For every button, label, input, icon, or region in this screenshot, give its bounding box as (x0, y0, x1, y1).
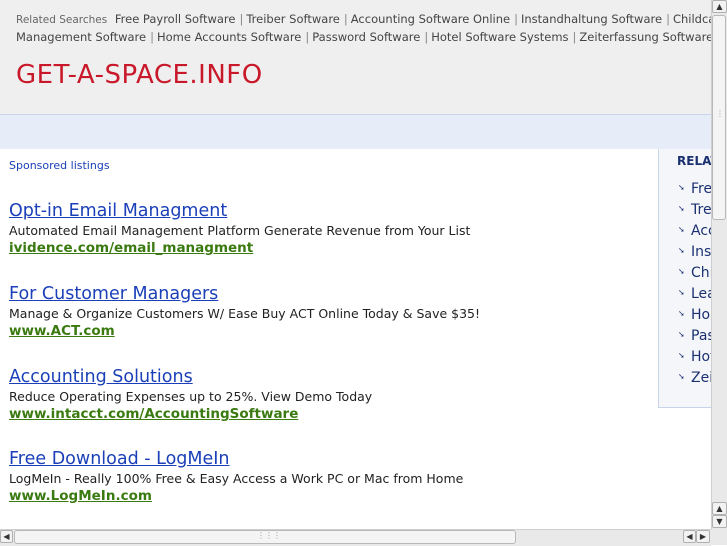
related-link[interactable]: Instandhaltung Software (521, 12, 662, 26)
ad-title-link[interactable]: Opt-in Email Managment (9, 200, 470, 222)
related-link[interactable]: Treiber Software (246, 12, 340, 26)
related-panel: RELAT ➘ Fre ➘ Tre ➘ Acc ➘ Inst ➘ Chi ➘ Lea ➘ Ho… (658, 149, 711, 408)
ad-url-link[interactable]: www.LogMeIn.com (9, 487, 463, 505)
ad-url-link[interactable]: www.ACT.com (9, 322, 480, 340)
page-header: Related Searches Free Payroll Software | T… (0, 0, 711, 114)
related-panel-item[interactable]: ➘ Tre (678, 202, 711, 223)
related-searches-label: Related Searches (16, 14, 108, 26)
separator: | (514, 12, 518, 26)
scrollbar-corner (711, 529, 727, 545)
arrow-bullet-icon: ➘ (678, 267, 685, 276)
grip-icon: ⋮⋮ (716, 109, 727, 118)
browser-viewport: Related Searches Free Payroll Software | T… (0, 0, 711, 529)
arrow-bullet-icon: ➘ (678, 225, 685, 234)
related-panel-item-label[interactable]: Fre (691, 181, 711, 197)
related-panel-item[interactable]: ➘ Inst (678, 244, 711, 265)
vertical-scroll-thumb[interactable]: ⋮⋮ (712, 15, 727, 220)
related-panel-item-label[interactable]: Hot (691, 349, 711, 365)
sponsored-label[interactable]: Sponsored listings (9, 159, 110, 172)
header-bar (0, 114, 711, 149)
ad-url-link[interactable]: www.intacct.com/AccountingSoftware (9, 405, 372, 423)
related-panel-item-label[interactable]: Hon (691, 307, 711, 323)
related-panel-item-label[interactable]: Lea (691, 286, 711, 302)
related-link[interactable]: Password Software (312, 30, 420, 44)
related-panel-item-label[interactable]: Pas (691, 328, 711, 344)
ad-title-link[interactable]: For Customer Managers (9, 283, 480, 305)
scroll-left-button[interactable]: ◀ (0, 530, 13, 543)
horizontal-scroll-thumb[interactable]: ⋮⋮⋮ (14, 530, 516, 544)
related-panel-item[interactable]: ➘ Pas (678, 328, 711, 349)
related-panel-item[interactable]: ➘ Zei (678, 370, 711, 391)
arrow-bullet-icon: ➘ (678, 288, 685, 297)
scroll-up-button-lower[interactable]: ▲ (712, 502, 727, 515)
related-panel-item[interactable]: ➘ Hon (678, 307, 711, 328)
related-panel-item-label[interactable]: Tre (691, 202, 711, 218)
ad-title-link[interactable]: Free Download - LogMeIn (9, 448, 463, 470)
separator: | (424, 30, 429, 44)
arrow-bullet-icon: ➘ (678, 309, 685, 318)
arrow-bullet-icon: ➘ (678, 330, 685, 339)
separator: | (666, 12, 670, 26)
related-panel-item-label[interactable]: Acc (691, 223, 711, 239)
arrow-bullet-icon: ➘ (678, 183, 685, 192)
related-panel-list: ➘ Fre ➘ Tre ➘ Acc ➘ Inst ➘ Chi ➘ Lea ➘ Hon ➘ Pas… (678, 181, 711, 391)
related-link[interactable]: Free Payroll Software (115, 12, 236, 26)
related-link[interactable]: Home Accounts Software (157, 30, 301, 44)
scroll-right-button[interactable]: ▶ (696, 530, 710, 543)
ad-description: Manage & Organize Customers W/ Ease Buy … (9, 306, 481, 321)
separator: | (239, 12, 244, 26)
separator: | (343, 12, 348, 26)
related-link[interactable]: Accounting Software Online (351, 12, 510, 26)
grip-icon: ⋮⋮⋮ (257, 531, 281, 540)
ad-listing: For Customer Managers Manage & Organize … (9, 283, 480, 340)
ad-listing: Opt-in Email Managment Automated Email M… (9, 200, 470, 257)
related-searches: Related Searches Free Payroll Software | T… (16, 11, 711, 46)
related-panel-item[interactable]: ➘ Acc (678, 223, 711, 244)
related-panel-item-label[interactable]: Inst (691, 244, 711, 260)
related-panel-item[interactable]: ➘ Fre (678, 181, 711, 202)
arrow-bullet-icon: ➘ (678, 372, 685, 381)
separator: | (305, 30, 310, 44)
arrow-bullet-icon: ➘ (678, 351, 685, 360)
ad-description: Automated Email Management Platform Gene… (9, 223, 471, 238)
related-link[interactable]: Zeiterfassung Software (579, 30, 711, 44)
scroll-left-button-right[interactable]: ◀ (683, 530, 696, 543)
related-panel-item[interactable]: ➘ Chi (678, 265, 711, 286)
scroll-down-button[interactable]: ▼ (712, 515, 727, 528)
separator: | (572, 30, 577, 44)
separator: | (150, 30, 154, 44)
ad-url-link[interactable]: ividence.com/email_managment (9, 239, 470, 257)
scroll-up-button[interactable]: ▲ (712, 0, 727, 13)
site-title[interactable]: GET-A-SPACE.INFO (16, 60, 263, 90)
ad-listing: Accounting Solutions Reduce Operating Ex… (9, 366, 372, 423)
ad-title-link[interactable]: Accounting Solutions (9, 366, 372, 388)
related-panel-item[interactable]: ➘ Lea (678, 286, 711, 307)
related-link[interactable]: Hotel Software Systems (431, 30, 568, 44)
ad-description: Reduce Operating Expenses up to 25%. Vie… (9, 389, 373, 404)
related-panel-title: RELAT (677, 154, 711, 168)
ad-listing: Free Download - LogMeIn LogMeIn - Really… (9, 448, 463, 505)
related-panel-item-label[interactable]: Zei (691, 370, 711, 386)
ad-description: LogMeIn - Really 100% Free & Easy Access… (9, 471, 464, 486)
arrow-bullet-icon: ➘ (678, 246, 685, 255)
related-panel-item-label[interactable]: Chi (691, 265, 711, 281)
arrow-bullet-icon: ➘ (678, 204, 685, 213)
related-panel-item[interactable]: ➘ Hot (678, 349, 711, 370)
